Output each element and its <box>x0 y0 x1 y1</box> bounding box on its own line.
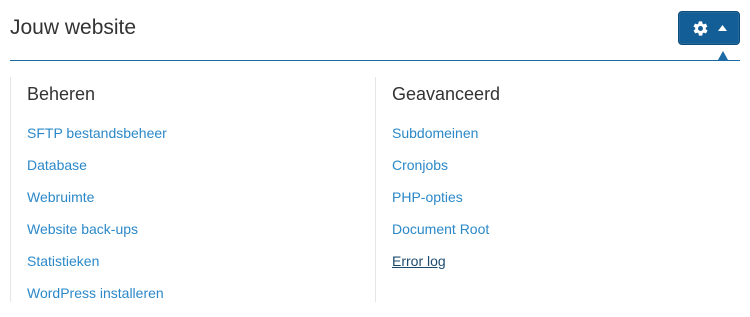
sftp-link[interactable]: SFTP bestandsbeheer <box>27 125 167 141</box>
list-item: Cronjobs <box>392 157 489 189</box>
page-header: Jouw website <box>10 0 740 61</box>
geavanceerd-heading: Geavanceerd <box>392 84 501 104</box>
list-item: WordPress installeren <box>27 285 167 317</box>
dropdown-pointer <box>718 51 728 60</box>
php-opties-link[interactable]: PHP-opties <box>392 189 463 205</box>
geavanceerd-column: Geavanceerd Subdomeinen Cronjobs PHP-opt… <box>376 77 740 302</box>
list-item: Website back-ups <box>27 221 167 253</box>
list-item: PHP-opties <box>392 189 489 221</box>
list-item: SFTP bestandsbeheer <box>27 125 167 157</box>
cronjobs-link[interactable]: Cronjobs <box>392 157 448 173</box>
statistieken-link[interactable]: Statistieken <box>27 253 99 269</box>
database-link[interactable]: Database <box>27 157 87 173</box>
wordpress-install-link[interactable]: WordPress installeren <box>27 285 164 301</box>
list-item: Webruimte <box>27 189 167 221</box>
document-root-link[interactable]: Document Root <box>392 221 489 237</box>
list-item: Statistieken <box>27 253 167 285</box>
list-item: Database <box>27 157 167 189</box>
backups-link[interactable]: Website back-ups <box>27 221 138 237</box>
beheren-heading: Beheren <box>27 84 96 104</box>
list-item: Document Root <box>392 221 489 253</box>
error-log-link[interactable]: Error log <box>392 253 446 269</box>
page-title: Jouw website <box>10 16 137 39</box>
list-item: Error log <box>392 253 489 285</box>
list-item: Subdomeinen <box>392 125 489 157</box>
beheren-column: Beheren SFTP bestandsbeheer Database Web… <box>10 77 376 302</box>
gear-icon <box>692 20 709 37</box>
beheren-link-list: SFTP bestandsbeheer Database Webruimte W… <box>27 125 167 317</box>
subdomeinen-link[interactable]: Subdomeinen <box>392 125 478 141</box>
caret-up-icon <box>717 25 727 31</box>
settings-dropdown-button[interactable] <box>678 11 740 45</box>
geavanceerd-link-list: Subdomeinen Cronjobs PHP-opties Document… <box>392 125 489 285</box>
webruimte-link[interactable]: Webruimte <box>27 189 94 205</box>
